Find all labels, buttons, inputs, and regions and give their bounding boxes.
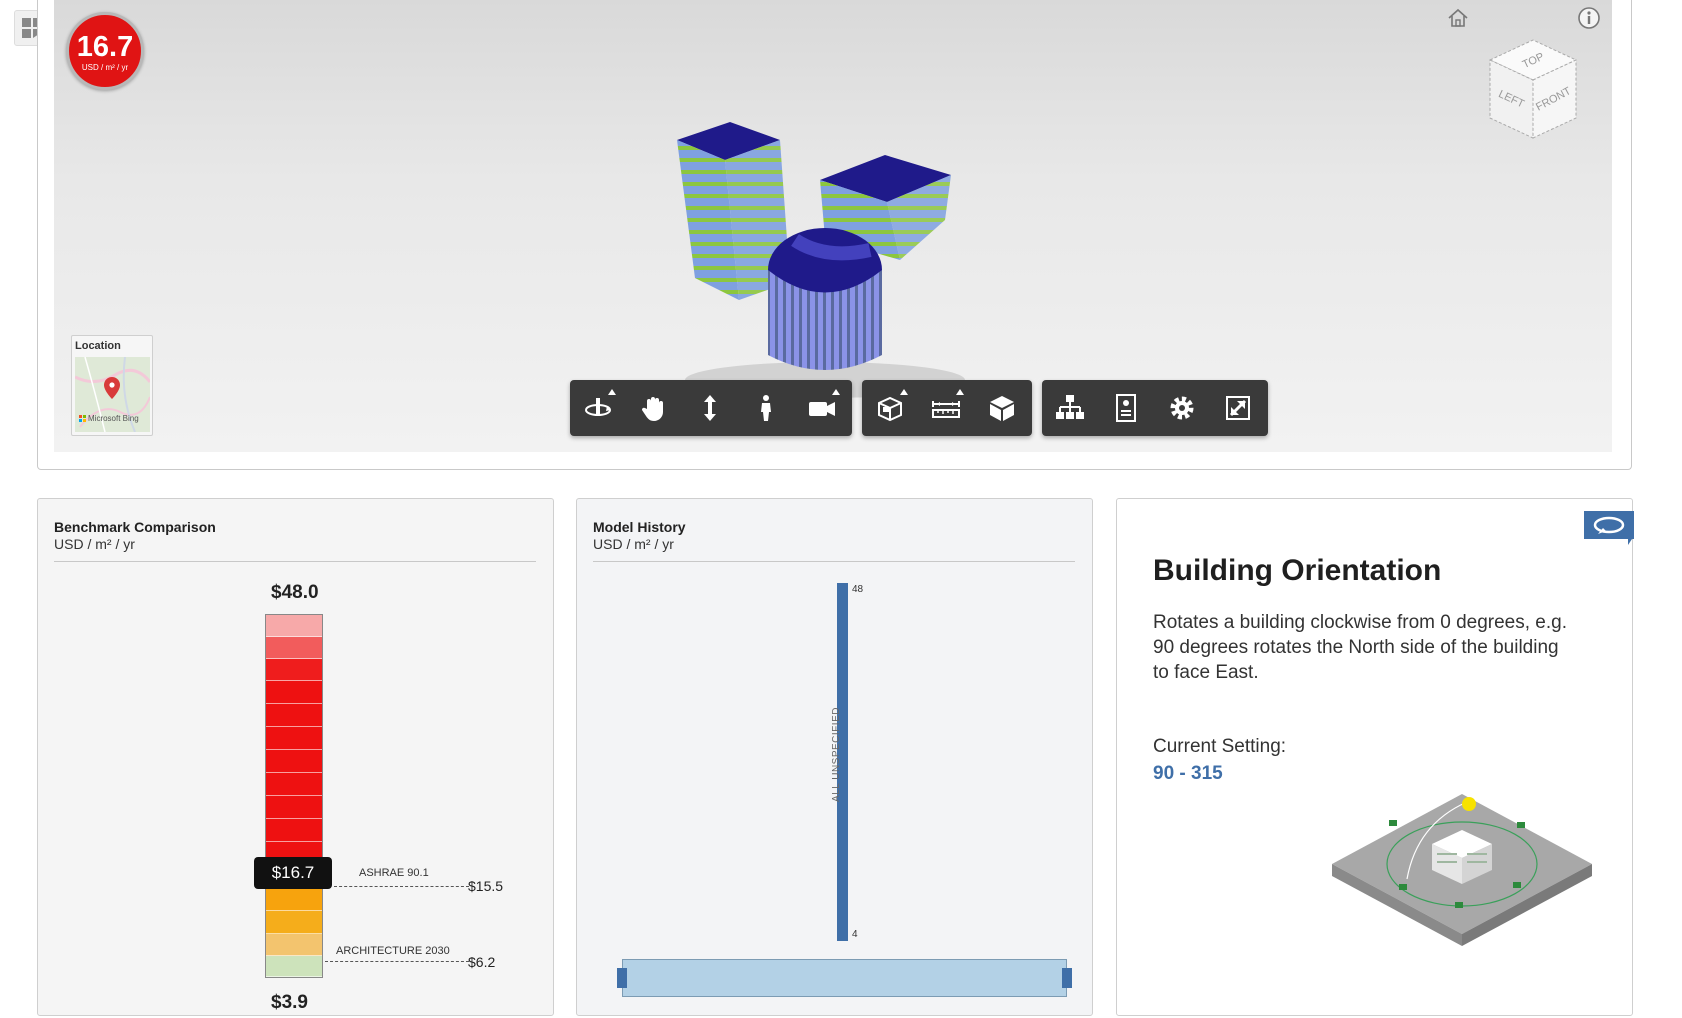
- eui-unit: USD / m² / yr: [81, 63, 129, 72]
- scale-segment: [266, 888, 322, 911]
- benchmark-title: Benchmark Comparison: [54, 519, 216, 535]
- history-divider: [593, 561, 1075, 562]
- building-model[interactable]: [655, 110, 995, 400]
- viewcube[interactable]: TOP LEFT FRONT: [1478, 38, 1588, 148]
- map-attribution: Microsoft Bing: [88, 414, 139, 423]
- history-bar-label: ALL UNSPECIFIED: [830, 707, 842, 802]
- fullscreen-icon: [1226, 396, 1250, 420]
- arch2030-marker-line: [325, 961, 469, 962]
- structure-button[interactable]: [1042, 380, 1098, 436]
- scale-segment: [266, 681, 322, 704]
- camera-dropdown-indicator: [832, 389, 840, 395]
- toolbar-navigation: [570, 380, 852, 436]
- orientation-panel: Building Orientation Rotates a building …: [1116, 498, 1633, 1016]
- benchmark-divider: [54, 561, 536, 562]
- scale-segment: [266, 750, 322, 773]
- orbit-button[interactable]: [570, 380, 626, 436]
- ashrae-marker-line: [334, 886, 469, 887]
- arch2030-label: ARCHITECTURE 2030: [336, 945, 450, 957]
- scale-segment: [266, 934, 322, 956]
- measure-dropdown-indicator: [956, 389, 964, 395]
- eui-badge: 16.7 USD / m² / yr: [66, 12, 144, 90]
- settings-icon: [1170, 396, 1194, 420]
- camera-button[interactable]: [794, 380, 850, 436]
- benchmark-min: $3.9: [271, 992, 308, 1013]
- orientation-description: Rotates a building clockwise from 0 degr…: [1153, 612, 1567, 683]
- pan-icon: [641, 397, 663, 421]
- model-icon: [990, 396, 1014, 421]
- benchmark-unit: USD / m² / yr: [54, 536, 135, 552]
- left-strip: [0, 0, 8, 1018]
- section-button[interactable]: [862, 380, 918, 436]
- benchmark-scale-bar: [265, 614, 323, 978]
- history-panel: Model History USD / m² / yr 48 4 ALL UNS…: [576, 498, 1093, 1016]
- settings-button[interactable]: [1154, 380, 1210, 436]
- eui-value: 16.7: [76, 31, 134, 63]
- current-setting-label: Current Setting:: [1153, 736, 1287, 757]
- toolbar-settings: [1042, 380, 1268, 436]
- range-handle-left[interactable]: [617, 968, 627, 988]
- history-bottom-tick: 4: [852, 929, 858, 940]
- section-dropdown-indicator: [900, 389, 908, 395]
- orientation-title: Building Orientation: [1153, 554, 1442, 587]
- fullscreen-button[interactable]: [1210, 380, 1266, 436]
- walk-button[interactable]: [738, 380, 794, 436]
- model-button[interactable]: [974, 380, 1030, 436]
- properties-button[interactable]: [1098, 380, 1154, 436]
- info-icon[interactable]: [1576, 5, 1602, 31]
- scale-segment: [266, 911, 322, 934]
- help-tooltip-button[interactable]: [1581, 508, 1637, 548]
- orbit-dropdown-indicator: [608, 389, 616, 395]
- zoom-icon: [704, 395, 716, 421]
- history-range-slider[interactable]: [617, 959, 1072, 997]
- properties-icon: [1116, 394, 1136, 422]
- scale-segment: [266, 796, 322, 819]
- scale-segment: [266, 773, 322, 796]
- location-widget[interactable]: Location Microsoft Bing: [71, 335, 153, 436]
- history-title: Model History: [593, 519, 686, 535]
- location-label: Location: [75, 340, 121, 352]
- structure-icon: [1056, 395, 1084, 419]
- toolbar-tools: [862, 380, 1032, 436]
- ashrae-label: ASHRAE 90.1: [359, 867, 429, 879]
- range-handle-right[interactable]: [1062, 968, 1072, 988]
- scale-segment: [266, 819, 322, 842]
- help-icon: [1584, 511, 1634, 545]
- current-value-tag: $16.7: [254, 857, 332, 889]
- history-top-tick: 48: [852, 584, 864, 595]
- section-icon: [878, 396, 902, 422]
- orientation-illustration: [1332, 794, 1592, 946]
- benchmark-max: $48.0: [271, 582, 319, 603]
- benchmark-panel: Benchmark Comparison USD / m² / yr $48.0…: [37, 498, 554, 1016]
- walk-icon: [761, 395, 771, 421]
- measure-button[interactable]: [918, 380, 974, 436]
- orbit-icon: [585, 398, 611, 416]
- location-map[interactable]: Microsoft Bing: [75, 357, 150, 432]
- scale-segment: [266, 637, 322, 659]
- current-setting-value[interactable]: 90 - 315: [1153, 763, 1223, 785]
- scale-segment: [266, 727, 322, 750]
- scale-segment: [266, 956, 322, 977]
- camera-icon: [809, 402, 835, 416]
- pan-button[interactable]: [626, 380, 682, 436]
- zoom-button[interactable]: [682, 380, 738, 436]
- home-icon[interactable]: [1445, 5, 1471, 31]
- scale-segment: [266, 659, 322, 681]
- scale-segment: [266, 704, 322, 727]
- scale-segment: [266, 615, 322, 637]
- history-unit: USD / m² / yr: [593, 536, 674, 552]
- measure-icon: [932, 401, 960, 418]
- arch2030-value: $6.2: [468, 954, 496, 970]
- ashrae-value: $15.5: [468, 878, 504, 894]
